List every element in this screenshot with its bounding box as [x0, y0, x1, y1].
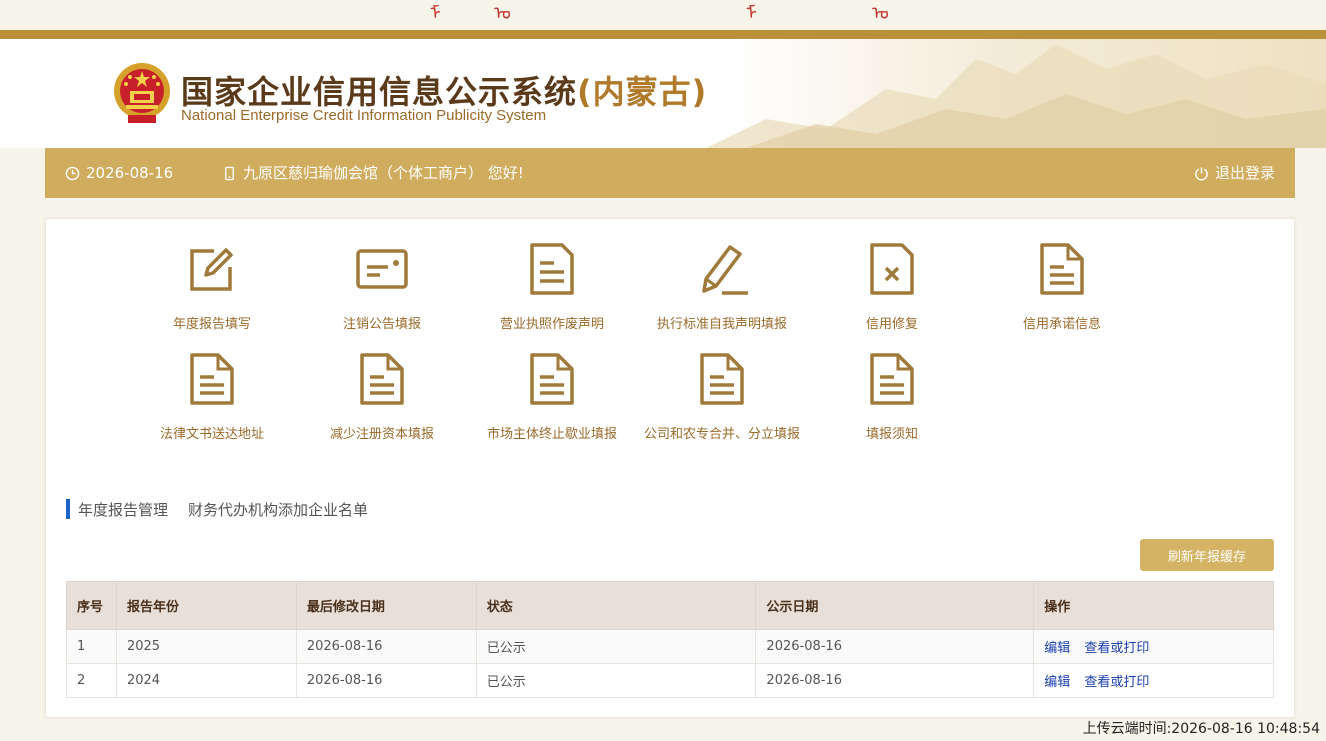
- tab-annual-report-management[interactable]: 年度报告管理: [78, 499, 168, 520]
- service-legal-address[interactable]: 法律文书送达地址: [127, 351, 297, 451]
- view-print-link[interactable]: 查看或打印: [1084, 641, 1149, 656]
- section-accent-bar: [66, 499, 70, 519]
- id-card-icon: [356, 249, 408, 289]
- service-label: 信用修复: [865, 317, 918, 332]
- table-row: 2 2024 2026-08-16 已公示 2026-08-16 编辑 查看或打…: [66, 663, 1274, 698]
- report-year: 2025: [115, 629, 297, 664]
- mongolian-script-decoration: ᠮ: [746, 3, 757, 24]
- last-modified-date: 2026-08-16: [295, 663, 477, 698]
- power-icon: [1195, 166, 1208, 180]
- service-label: 年度报告填写: [172, 317, 251, 332]
- header-gold-rule: [0, 30, 1326, 39]
- service-label: 法律文书送达地址: [159, 427, 264, 442]
- publish-date: 2026-08-16: [755, 663, 1035, 698]
- service-capital-reduction[interactable]: 减少注册资本填报: [297, 351, 467, 451]
- row-number: 1: [66, 629, 117, 664]
- table-row: 1 2025 2026-08-16 已公示 2026-08-16 编辑 查看或打…: [66, 629, 1274, 664]
- current-date: 2026-08-16: [65, 148, 173, 198]
- last-modified-date: 2026-08-16: [295, 629, 477, 664]
- service-credit-commitment[interactable]: 信用承诺信息: [977, 241, 1147, 341]
- header-banner: 国家企业信用信息公示系统(内蒙古) National Enterprise Cr…: [0, 39, 1326, 148]
- service-label: 信用承诺信息: [1022, 317, 1101, 332]
- column-header: 报告年份: [115, 581, 297, 630]
- pencil-icon: [702, 245, 748, 295]
- document-icon: [360, 353, 404, 405]
- service-label: 营业执照作废声明: [499, 317, 604, 332]
- section-tabs: 年度报告管理 财务代办机构添加企业名单: [66, 499, 388, 519]
- logout-label: 退出登录: [1214, 164, 1275, 182]
- row-actions: 编辑 查看或打印: [1033, 663, 1274, 698]
- edit-link[interactable]: 编辑: [1044, 675, 1070, 690]
- document-icon: [530, 243, 574, 295]
- service-standard-declaration[interactable]: 执行标准自我声明填报: [637, 241, 807, 341]
- column-header: 最后修改日期: [295, 581, 477, 630]
- service-cancellation-notice[interactable]: 注销公告填报: [297, 241, 467, 341]
- document-icon: [700, 353, 744, 405]
- main-panel: 年度报告填写 注销公告填报 营业执照作废声明 执行标准自我声明填报 信用修复 信…: [45, 218, 1295, 718]
- column-header: 状态: [475, 581, 757, 630]
- service-credit-repair[interactable]: 信用修复: [807, 241, 977, 341]
- clock-icon: [65, 166, 80, 180]
- document-icon: [190, 353, 234, 405]
- edit-link[interactable]: 编辑: [1044, 641, 1070, 656]
- service-merger-split[interactable]: 公司和农专合并、分立填报: [637, 351, 807, 451]
- row-actions: 编辑 查看或打印: [1033, 629, 1274, 664]
- user-greeting: 九原区慈归瑜伽会馆（个体工商户） 您好!: [222, 148, 524, 198]
- mongolian-script-decoration: ᠣ: [872, 3, 889, 24]
- view-print-link[interactable]: 查看或打印: [1084, 675, 1149, 690]
- upload-time-text: 上传云端时间:2026-08-16 10:48:54: [1082, 721, 1320, 737]
- mountain-background-image: [706, 44, 1326, 148]
- column-header: 序号: [66, 581, 117, 630]
- user-greeting-text: 九原区慈归瑜伽会馆（个体工商户） 您好!: [243, 164, 524, 182]
- service-label: 市场主体终止歇业填报: [486, 427, 617, 442]
- service-termination[interactable]: 市场主体终止歇业填报: [467, 351, 637, 451]
- phone-icon: [225, 166, 234, 180]
- publish-date: 2026-08-16: [755, 629, 1035, 664]
- column-header: 操作: [1033, 581, 1274, 630]
- mongolian-script-decoration: ᠮ: [430, 3, 441, 24]
- edit-icon: [190, 248, 233, 291]
- date-text: 2026-08-16: [86, 164, 174, 182]
- service-label: 减少注册资本填报: [329, 427, 434, 442]
- document-icon: [530, 353, 574, 405]
- row-number: 2: [66, 663, 117, 698]
- tab-agency-enterprise-list[interactable]: 财务代办机构添加企业名单: [188, 499, 368, 520]
- site-subtitle: National Enterprise Credit Information P…: [181, 107, 547, 124]
- logout-button[interactable]: 退出登录: [1194, 148, 1275, 198]
- national-emblem-icon: [114, 63, 170, 123]
- mongolian-script-decoration: ᠣ: [494, 3, 511, 24]
- document-x-icon: [870, 243, 914, 295]
- top-decorative-strip: ᠮ ᠣ ᠮ ᠣ: [0, 0, 1326, 30]
- annual-report-table: 序号 报告年份 最后修改日期 状态 公示日期 操作 1 2025 2026-08…: [66, 581, 1274, 698]
- service-label: 执行标准自我声明填报: [656, 317, 787, 332]
- refresh-cache-button[interactable]: 刷新年报缓存: [1140, 539, 1274, 571]
- status-text: 已公示: [475, 663, 757, 698]
- document-icon: [1040, 243, 1084, 295]
- table-header-row: 序号 报告年份 最后修改日期 状态 公示日期 操作: [66, 581, 1274, 630]
- report-year: 2024: [115, 663, 297, 698]
- service-label: 公司和农专合并、分立填报: [643, 427, 800, 442]
- service-label: 注销公告填报: [342, 317, 421, 332]
- service-annual-report[interactable]: 年度报告填写: [127, 241, 297, 341]
- status-text: 已公示: [475, 629, 757, 664]
- service-license-void[interactable]: 营业执照作废声明: [467, 241, 637, 341]
- document-icon: [870, 353, 914, 405]
- service-label: 填报须知: [865, 427, 918, 442]
- column-header: 公示日期: [755, 581, 1035, 630]
- service-filing-notice[interactable]: 填报须知: [807, 351, 977, 451]
- user-nav-bar: 2026-08-16 九原区慈归瑜伽会馆（个体工商户） 您好! 退出登录: [45, 148, 1295, 198]
